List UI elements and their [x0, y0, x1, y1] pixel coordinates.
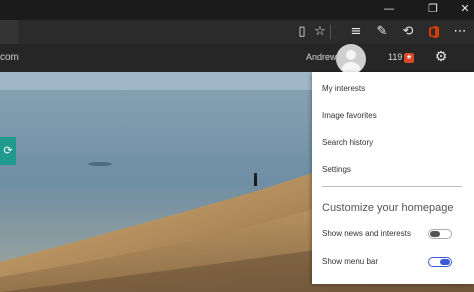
share-icon[interactable]: ⟲ — [398, 23, 418, 41]
office-icon[interactable] — [424, 23, 444, 41]
avatar-head-shape — [346, 50, 356, 60]
page-header-bar: com Andrew 119 ★ ⚙ — [0, 44, 474, 72]
toolbar-separator — [330, 25, 331, 39]
profile-menu: My interests Image favorites Search hist… — [312, 72, 474, 284]
menu-item-settings[interactable]: Settings — [322, 165, 351, 174]
toggle-knob — [430, 231, 440, 237]
toggle-label-news: Show news and interests — [322, 229, 411, 238]
more-icon[interactable]: ⋯ — [450, 23, 470, 41]
menu-item-image-favorites[interactable]: Image favorites — [322, 111, 377, 120]
news-toggle[interactable] — [428, 229, 452, 239]
side-tab-refresh-icon[interactable]: ⟳ — [0, 137, 16, 165]
reading-view-icon[interactable]: ▯ — [292, 23, 312, 41]
user-name[interactable]: Andrew — [306, 52, 337, 62]
menu-item-my-interests[interactable]: My interests — [322, 84, 365, 93]
title-bar: — ❐ ✕ — [0, 0, 474, 20]
rewards-medal-icon[interactable]: ★ — [404, 53, 414, 63]
rewards-points[interactable]: 119 — [388, 52, 402, 62]
web-note-icon[interactable]: ✎ — [372, 23, 392, 41]
customize-homepage-title: Customize your homepage — [322, 202, 454, 214]
close-icon[interactable]: ✕ — [448, 0, 474, 20]
favorite-star-icon[interactable]: ☆ — [310, 23, 330, 41]
minimize-icon[interactable]: — — [372, 0, 406, 20]
menu-bar-toggle[interactable] — [428, 257, 452, 267]
hub-icon[interactable]: ≡ — [346, 23, 366, 41]
toggle-knob — [440, 259, 450, 265]
gear-icon[interactable]: ⚙ — [433, 49, 449, 65]
browser-toolbar: ▯ ☆ ≡ ✎ ⟲ ⋯ — [0, 20, 474, 44]
avatar[interactable] — [336, 44, 366, 74]
menu-divider — [322, 186, 462, 187]
restore-icon[interactable]: ❐ — [416, 0, 450, 20]
menu-item-search-history[interactable]: Search history — [322, 138, 373, 147]
url-fragment: com — [0, 52, 19, 63]
address-bar-fragment[interactable] — [0, 20, 18, 44]
toggle-label-menu-bar: Show menu bar — [322, 257, 379, 266]
